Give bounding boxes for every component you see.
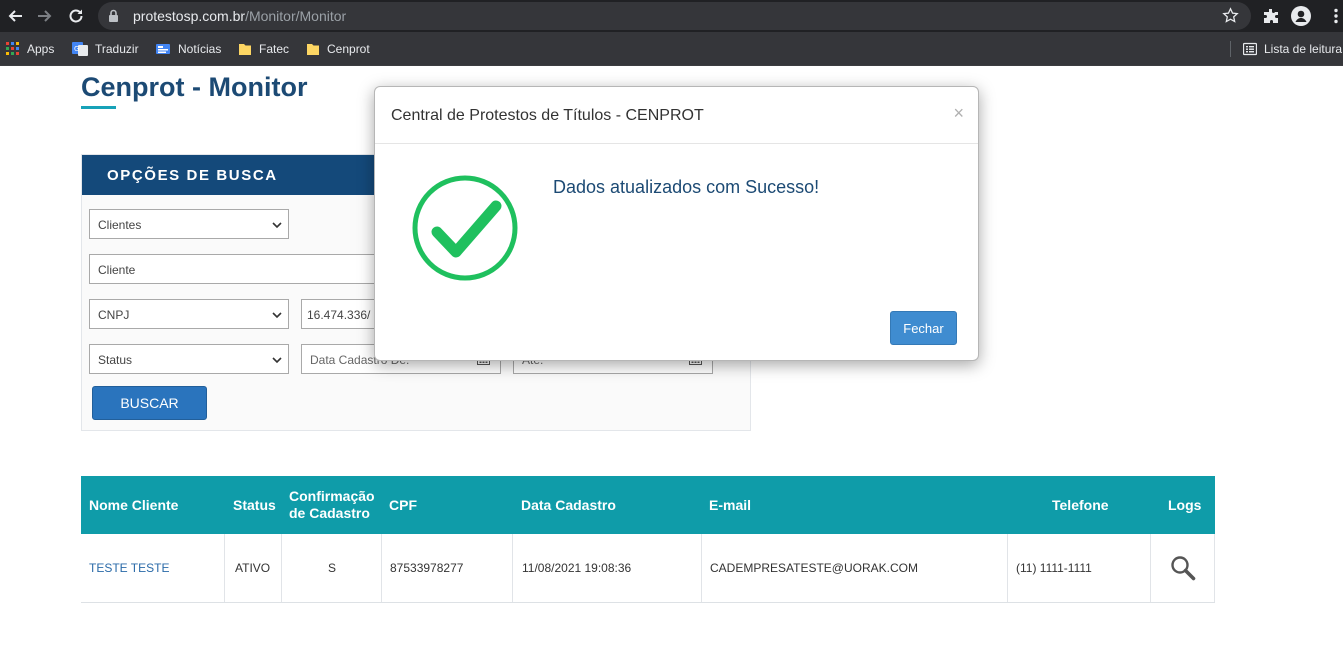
- reading-list[interactable]: Lista de leitura: [1243, 39, 1342, 59]
- header-logs[interactable]: Logs: [1168, 476, 1201, 534]
- header-status[interactable]: Status: [233, 476, 276, 534]
- bookmark-cenprot[interactable]: Cenprot: [306, 39, 370, 59]
- document-type-value: CNPJ: [98, 308, 130, 322]
- search-button[interactable]: BUSCAR: [92, 386, 207, 420]
- lock-icon: [108, 9, 119, 28]
- url-text: protestosp.com.br/Monitor/Monitor: [133, 8, 347, 24]
- cell-cpf: 87533978277: [390, 561, 464, 575]
- column-divider: [1007, 534, 1008, 602]
- column-divider: [381, 534, 382, 602]
- reading-list-label: Lista de leitura: [1264, 42, 1343, 56]
- cell-email: CADEMPRESATESTE@UORAK.COM: [710, 561, 918, 575]
- reload-icon[interactable]: [65, 5, 87, 27]
- extensions-icon[interactable]: [1260, 5, 1282, 27]
- bookmarks-bar: Apps G Traduzir Notícias Fatec Cenprot L…: [0, 32, 1343, 66]
- logs-search-icon[interactable]: [1170, 534, 1196, 602]
- bookmark-label: Cenprot: [327, 42, 370, 56]
- kebab-menu-icon[interactable]: [1325, 5, 1343, 27]
- column-divider: [281, 534, 282, 602]
- cell-confirmacao: S: [328, 561, 337, 575]
- header-confirmacao-line1: Confirmação: [289, 488, 375, 504]
- svg-text:G: G: [74, 45, 79, 53]
- modal-message: Dados atualizados com Sucesso!: [553, 177, 820, 197]
- status-select[interactable]: Status: [89, 344, 289, 374]
- column-divider: [512, 534, 513, 602]
- bookmark-star-icon[interactable]: [1222, 7, 1239, 29]
- bookmark-label: Notícias: [178, 42, 222, 56]
- apps-grid-icon: [6, 42, 19, 55]
- back-icon[interactable]: [4, 5, 26, 27]
- forward-icon[interactable]: [34, 5, 56, 27]
- status-select-value: Status: [98, 353, 133, 367]
- title-underline: [81, 106, 116, 109]
- cell-data-cadastro: 11/08/2021 19:08:36: [522, 561, 632, 575]
- folder-icon: [239, 44, 251, 55]
- column-divider: [1214, 534, 1215, 602]
- bookmark-apps[interactable]: Apps: [6, 39, 54, 59]
- page-title: Cenprot - Monitor: [81, 72, 308, 102]
- reading-list-icon: [1243, 42, 1257, 56]
- header-nome-cliente[interactable]: Nome Cliente: [89, 476, 178, 534]
- folder-icon: [307, 44, 319, 55]
- cell-telefone: (11) 1111-1111: [1016, 561, 1092, 575]
- chevron-down-icon: [272, 309, 282, 323]
- header-telefone[interactable]: Telefone: [1052, 476, 1109, 534]
- close-icon[interactable]: ×: [953, 103, 964, 124]
- modal-title: Central de Protestos de Títulos - CENPRO…: [391, 107, 704, 124]
- column-divider: [224, 534, 225, 602]
- profile-icon[interactable]: [1290, 5, 1312, 27]
- cliente-input[interactable]: Cliente: [89, 254, 389, 284]
- success-check-icon: [411, 174, 519, 287]
- bookmark-noticias[interactable]: Notícias: [155, 39, 221, 59]
- chevron-down-icon: [272, 354, 282, 368]
- search-type-select[interactable]: Clientes: [89, 209, 289, 239]
- column-divider: [1150, 534, 1151, 602]
- bookmark-label: Fatec: [259, 42, 290, 56]
- chevron-down-icon: [272, 219, 282, 233]
- bookmark-traduzir[interactable]: G Traduzir: [72, 39, 139, 59]
- column-divider: [701, 534, 702, 602]
- google-translate-icon: G: [72, 42, 88, 56]
- search-options-title: OPÇÕES DE BUSCA: [107, 167, 278, 184]
- address-bar[interactable]: protestosp.com.br/Monitor/Monitor: [98, 2, 1251, 30]
- search-type-value: Clientes: [98, 218, 142, 232]
- cell-nome-cliente[interactable]: TESTE TESTE: [89, 534, 169, 602]
- cliente-placeholder: Cliente: [98, 263, 136, 277]
- news-icon: [156, 44, 170, 54]
- header-data-cadastro[interactable]: Data Cadastro: [521, 476, 616, 534]
- header-confirmacao-cadastro[interactable]: Confirmação de Cadastro: [289, 476, 375, 534]
- document-number-value: 16.474.336/: [307, 308, 371, 322]
- modal-header: Central de Protestos de Títulos - CENPRO…: [375, 87, 978, 144]
- browser-toolbar: protestosp.com.br/Monitor/Monitor: [0, 0, 1343, 32]
- header-email[interactable]: E-mail: [709, 476, 751, 534]
- table-row: TESTE TESTE ATIVO S 87533978277 11/08/20…: [81, 534, 1215, 603]
- document-type-select[interactable]: CNPJ: [89, 299, 289, 329]
- header-cpf[interactable]: CPF: [389, 476, 417, 534]
- header-confirmacao-line2: de Cadastro: [289, 505, 370, 521]
- table-header: Nome Cliente Status Confirmação de Cadas…: [81, 476, 1215, 534]
- client-name-link[interactable]: TESTE TESTE: [89, 561, 169, 575]
- bookmark-label: Traduzir: [95, 42, 139, 56]
- bookmarks-divider: [1230, 41, 1231, 57]
- close-button[interactable]: Fechar: [890, 311, 957, 345]
- success-modal: Central de Protestos de Títulos - CENPRO…: [374, 86, 979, 361]
- bookmark-label: Apps: [27, 42, 55, 56]
- cell-status: ATIVO: [235, 561, 271, 575]
- bookmark-fatec[interactable]: Fatec: [238, 39, 289, 59]
